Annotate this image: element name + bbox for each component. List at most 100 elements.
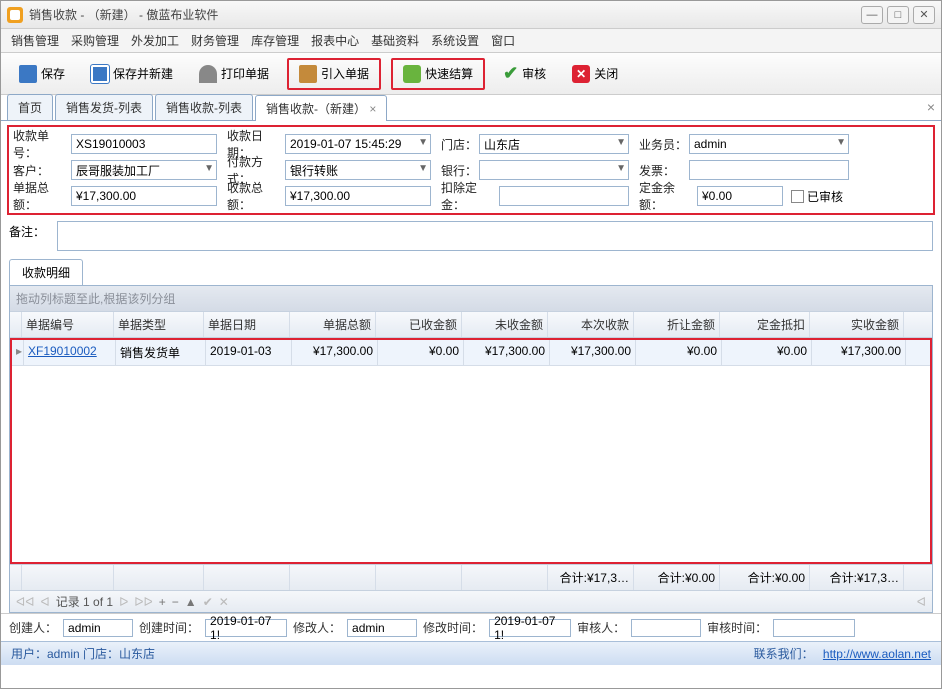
audit-label: 审核	[522, 65, 546, 82]
app-icon	[7, 7, 23, 23]
cell-doc-date: 2019-01-03	[206, 340, 292, 365]
audit-time-value	[773, 619, 855, 637]
bill-total-input[interactable]	[71, 186, 217, 206]
menu-settings[interactable]: 系统设置	[431, 32, 479, 49]
cell-actual: ¥17,300.00	[812, 340, 906, 365]
nav-cancel-icon[interactable]: ✕	[219, 595, 229, 609]
remark-textarea[interactable]	[57, 221, 933, 251]
import-button[interactable]: 引入单据	[291, 61, 377, 87]
menu-outsource[interactable]: 外发加工	[131, 32, 179, 49]
store-select[interactable]: ▼	[479, 134, 629, 154]
bank-select[interactable]: ▼	[479, 160, 629, 180]
customer-select[interactable]: ▼	[71, 160, 217, 180]
col-discount[interactable]: 折让金额	[634, 312, 720, 337]
grid-summary: 合计:¥17,3… 合计:¥0.00 合计:¥0.00 合计:¥17,3…	[10, 564, 932, 590]
sum-this-time: 合计:¥17,3…	[548, 565, 634, 590]
print-button[interactable]: 打印单据	[191, 61, 277, 87]
status-link[interactable]: http://www.aolan.net	[823, 647, 931, 661]
menubar: 销售管理 采购管理 外发加工 财务管理 库存管理 报表中心 基础资料 系统设置 …	[1, 29, 941, 53]
quick-icon	[403, 65, 421, 83]
deposit-balance-input[interactable]	[697, 186, 783, 206]
deduct-deposit-label: 扣除定金：	[439, 179, 499, 213]
sum-deposit: 合计:¥0.00	[720, 565, 810, 590]
save-button[interactable]: 保存	[11, 61, 73, 87]
status-left: 用户：admin 门店：山东店	[11, 645, 155, 662]
maximize-button[interactable]: □	[887, 6, 909, 24]
group-hint: 拖动列标题至此,根据该列分组	[10, 286, 932, 311]
cell-unreceived: ¥17,300.00	[464, 340, 550, 365]
close-window-button[interactable]: ✕	[913, 6, 935, 24]
detail-tabs: 收款明细	[9, 259, 933, 285]
statusbar: 用户：admin 门店：山东店 联系我们： http://www.aolan.n…	[1, 641, 941, 665]
col-doc-date[interactable]: 单据日期	[204, 312, 290, 337]
nav-first-icon[interactable]: ᐊᐊ	[16, 595, 34, 609]
col-received[interactable]: 已收金额	[376, 312, 462, 337]
receipt-date-input[interactable]: ▼	[285, 134, 431, 154]
receipt-no-label: 收款单号：	[11, 127, 71, 161]
table-row[interactable]: ▸ XF19010002 销售发货单 2019-01-03 ¥17,300.00…	[12, 340, 930, 366]
close-button[interactable]: ✕关闭	[564, 61, 626, 87]
savenew-icon	[91, 65, 109, 83]
nav-prev-icon[interactable]: ᐊ	[40, 595, 49, 609]
nav-left-icon[interactable]: ᐊ	[917, 595, 926, 609]
chevron-down-icon[interactable]: ▼	[418, 163, 428, 174]
form-panel: 收款单号： 收款日期： ▼ 门店： ▼ 业务员： ▼ 客户： ▼ 付款方式： ▼…	[7, 125, 935, 215]
auditor-value	[631, 619, 701, 637]
chevron-down-icon[interactable]: ▼	[204, 163, 214, 174]
nav-confirm-icon[interactable]: ✔	[203, 595, 213, 609]
col-doc-no[interactable]: 单据编号	[22, 312, 114, 337]
receive-total-input[interactable]	[285, 186, 431, 206]
creator-value: admin	[63, 619, 133, 637]
row-indicator-icon: ▸	[12, 340, 24, 365]
menu-finance[interactable]: 财务管理	[191, 32, 239, 49]
nav-next-icon[interactable]: ᐅ	[119, 595, 128, 609]
invoice-input[interactable]	[689, 160, 849, 180]
menu-inventory[interactable]: 库存管理	[251, 32, 299, 49]
detail-grid: 拖动列标题至此,根据该列分组 单据编号 单据类型 单据日期 单据总额 已收金额 …	[9, 285, 933, 613]
tab-home[interactable]: 首页	[7, 94, 53, 120]
nav-edit-icon[interactable]: ▲	[185, 595, 197, 609]
col-deposit[interactable]: 定金抵扣	[720, 312, 810, 337]
tab-receipt-new[interactable]: 销售收款-（新建） ×	[255, 95, 387, 121]
quick-settle-button[interactable]: 快速结算	[395, 61, 481, 87]
menu-sales[interactable]: 销售管理	[11, 32, 59, 49]
tab-receipt-list[interactable]: 销售收款-列表	[155, 94, 253, 120]
quick-label: 快速结算	[425, 65, 473, 82]
creator-label: 创建人：	[9, 619, 57, 636]
chevron-down-icon[interactable]: ▼	[418, 137, 428, 148]
tabs-close-all-icon[interactable]: ×	[927, 99, 935, 115]
menu-reports[interactable]: 报表中心	[311, 32, 359, 49]
menu-window[interactable]: 窗口	[491, 32, 515, 49]
cell-total: ¥17,300.00	[292, 340, 378, 365]
menu-purchase[interactable]: 采购管理	[71, 32, 119, 49]
menu-basedata[interactable]: 基础资料	[371, 32, 419, 49]
chevron-down-icon[interactable]: ▼	[836, 137, 846, 148]
tab-delivery-list[interactable]: 销售发货-列表	[55, 94, 153, 120]
col-total[interactable]: 单据总额	[290, 312, 376, 337]
status-contact-label: 联系我们：	[754, 647, 814, 661]
import-label: 引入单据	[321, 65, 369, 82]
cell-doc-no[interactable]: XF19010002	[24, 340, 116, 365]
grid-header: 单据编号 单据类型 单据日期 单据总额 已收金额 未收金额 本次收款 折让金额 …	[10, 311, 932, 338]
receipt-no-input[interactable]	[71, 134, 217, 154]
audit-button[interactable]: ✔审核	[495, 59, 554, 88]
nav-remove-icon[interactable]: −	[172, 595, 179, 609]
salesman-select[interactable]: ▼	[689, 134, 849, 154]
nav-add-icon[interactable]: +	[159, 595, 166, 609]
col-unreceived[interactable]: 未收金额	[462, 312, 548, 337]
paymethod-select[interactable]: ▼	[285, 160, 431, 180]
col-doc-type[interactable]: 单据类型	[114, 312, 204, 337]
detail-tab[interactable]: 收款明细	[9, 259, 83, 285]
save-new-button[interactable]: 保存并新建	[83, 61, 181, 87]
chevron-down-icon[interactable]: ▼	[616, 163, 626, 174]
print-icon	[199, 65, 217, 83]
audited-checkbox[interactable]	[791, 190, 804, 203]
bill-total-label: 单据总额：	[11, 179, 71, 213]
chevron-down-icon[interactable]: ▼	[616, 137, 626, 148]
tab-close-icon[interactable]: ×	[369, 102, 376, 116]
deduct-deposit-input[interactable]	[499, 186, 629, 206]
nav-last-icon[interactable]: ᐅᐅ	[134, 595, 152, 609]
minimize-button[interactable]: —	[861, 6, 883, 24]
col-actual[interactable]: 实收金额	[810, 312, 904, 337]
col-this-time[interactable]: 本次收款	[548, 312, 634, 337]
